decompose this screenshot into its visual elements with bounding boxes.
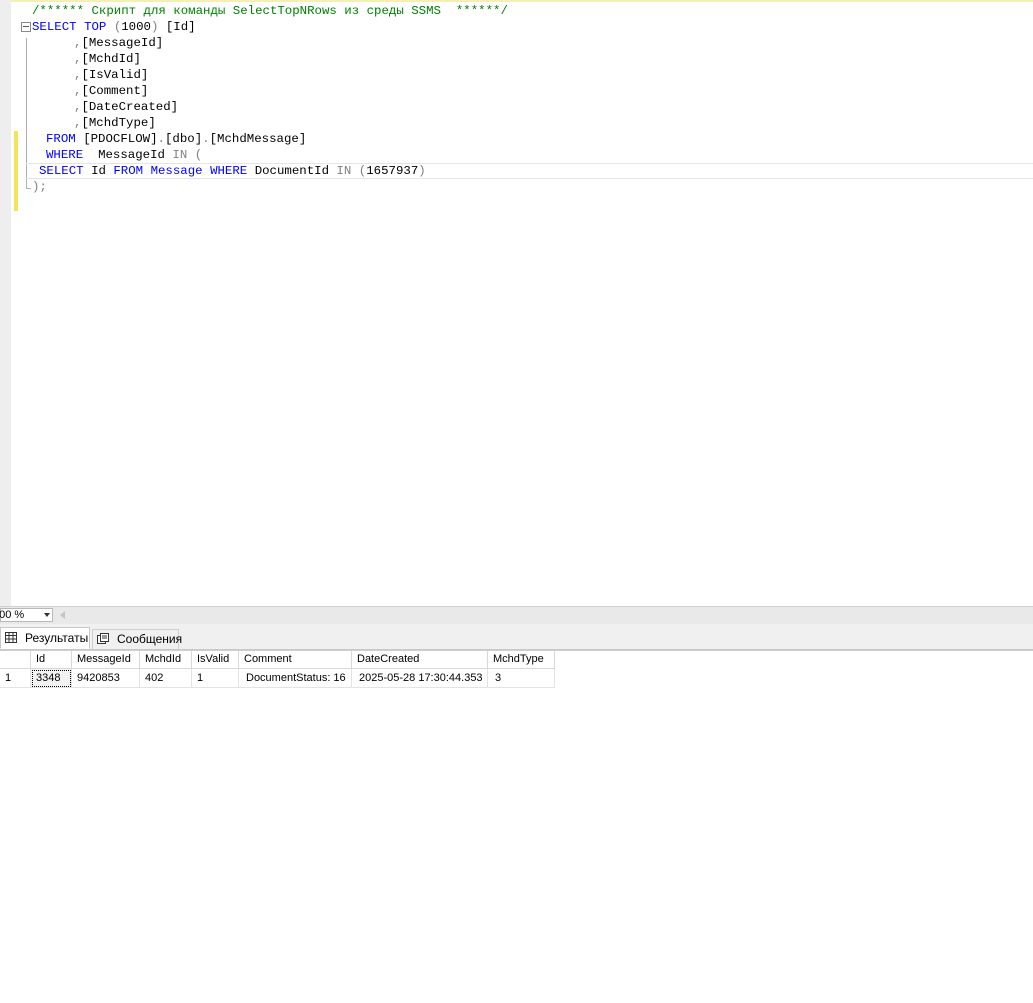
- column-name: [MchdId]: [81, 52, 141, 66]
- tab-messages[interactable]: Сообщения: [92, 629, 183, 649]
- sql-comment: /****** Скрипт для команды SelectTopNRow…: [32, 4, 508, 18]
- grid-cell-id[interactable]: 3348: [31, 669, 72, 688]
- grid-cell-isvalid[interactable]: 1: [192, 669, 239, 688]
- closing-paren: );: [32, 180, 47, 194]
- grid-cell-mchdtype[interactable]: 3: [488, 669, 555, 688]
- table-name: Message: [150, 164, 203, 178]
- row-number[interactable]: 1: [0, 669, 31, 688]
- result-tabs: Результаты Сообщения: [0, 624, 1033, 650]
- column-header[interactable]: Comment: [239, 650, 352, 669]
- table-row[interactable]: 1 3348 9420853 402 1 DocumentStatus: 16 …: [0, 669, 555, 688]
- code-line-12[interactable]: );: [0, 179, 1033, 195]
- column-header[interactable]: IsValid: [192, 650, 239, 669]
- keyword-from: FROM: [46, 132, 76, 146]
- keyword-where: WHERE: [46, 148, 84, 162]
- paren: (: [194, 148, 203, 162]
- query-editor[interactable]: /****** Скрипт для команды SelectTopNRow…: [0, 0, 1033, 606]
- keyword-select: SELECT: [39, 164, 84, 178]
- grid-top-border: [0, 650, 1033, 651]
- operator-in: IN: [336, 164, 352, 178]
- operator-in: IN: [172, 148, 188, 162]
- grid-icon: [5, 632, 17, 643]
- column-name: Id: [91, 164, 106, 178]
- code-line-10[interactable]: WHERE MessageId IN (: [0, 147, 1033, 163]
- column-header[interactable]: Id: [31, 650, 72, 669]
- code-line-1[interactable]: /****** Скрипт для команды SelectTopNRow…: [0, 3, 1033, 19]
- scroll-left-arrow-icon[interactable]: [60, 611, 65, 619]
- code-line-2[interactable]: SELECT TOP (1000) [Id]: [0, 19, 1033, 35]
- keyword-select: SELECT: [32, 20, 77, 34]
- column-header[interactable]: MessageId: [72, 650, 140, 669]
- code-line-9[interactable]: FROM [PDOCFLOW].[dbo].[MchdMessage]: [0, 131, 1033, 147]
- column-header[interactable]: MchdType: [488, 650, 555, 669]
- tab-results[interactable]: Результаты: [0, 627, 90, 649]
- code-line-7[interactable]: ,[DateCreated]: [0, 99, 1033, 115]
- zoom-value: 100 %: [0, 609, 25, 621]
- collapse-toggle-icon[interactable]: [21, 22, 31, 32]
- code-line-6[interactable]: ,[Comment]: [0, 83, 1033, 99]
- grid-cell-messageid[interactable]: 9420853: [72, 669, 140, 688]
- code-line-8[interactable]: ,[MchdType]: [0, 115, 1033, 131]
- grid-cell-datecreated[interactable]: 2025-05-28 17:30:44.353: [352, 669, 488, 688]
- tab-messages-label: Сообщения: [117, 632, 183, 646]
- zoom-bar: 100 %: [0, 606, 1033, 624]
- column-name: [MchdType]: [81, 116, 156, 130]
- editor-top-strip: [0, 0, 1033, 2]
- table-name: [MchdMessage]: [209, 132, 307, 146]
- column-name: [IsValid]: [81, 68, 149, 82]
- dot: .: [157, 132, 165, 146]
- column-name: [Id]: [165, 20, 196, 34]
- column-header[interactable]: MchdId: [140, 650, 192, 669]
- column-name: [DateCreated]: [81, 100, 179, 114]
- column-header[interactable]: DateCreated: [352, 650, 488, 669]
- column-name: [Comment]: [81, 84, 149, 98]
- column-name: MessageId: [98, 148, 165, 162]
- code-line-4[interactable]: ,[MchdId]: [0, 51, 1033, 67]
- grid-cell-mchdid[interactable]: 402: [140, 669, 192, 688]
- number-literal: 1657937: [366, 164, 419, 178]
- number-literal: 1000: [121, 20, 151, 34]
- dot: .: [202, 132, 210, 146]
- tab-results-label: Результаты: [25, 631, 89, 645]
- column-name: DocumentId: [254, 164, 330, 178]
- keyword-where: WHERE: [210, 164, 248, 178]
- paren: ): [418, 164, 426, 178]
- code-line-5[interactable]: ,[IsValid]: [0, 67, 1033, 83]
- paren: ): [151, 20, 159, 34]
- grid-header-row: Id MessageId MchdId IsValid Comment Date…: [0, 650, 555, 669]
- grid-cell-comment[interactable]: DocumentStatus: 16: [239, 669, 352, 688]
- keyword-from: FROM: [113, 164, 144, 178]
- keyword-top: TOP: [84, 20, 107, 34]
- schema-name: [dbo]: [164, 132, 203, 146]
- database-name: [PDOCFLOW]: [83, 132, 158, 146]
- zoom-select[interactable]: 100 %: [0, 608, 53, 622]
- code-line-11[interactable]: SELECT Id FROM Message WHERE DocumentId …: [26, 163, 1033, 179]
- row-number-header[interactable]: [0, 650, 31, 669]
- chevron-down-icon[interactable]: [44, 613, 50, 617]
- messages-icon: [97, 633, 109, 644]
- code-line-3[interactable]: ,[MessageId]: [0, 35, 1033, 51]
- column-name: [MessageId]: [81, 36, 164, 50]
